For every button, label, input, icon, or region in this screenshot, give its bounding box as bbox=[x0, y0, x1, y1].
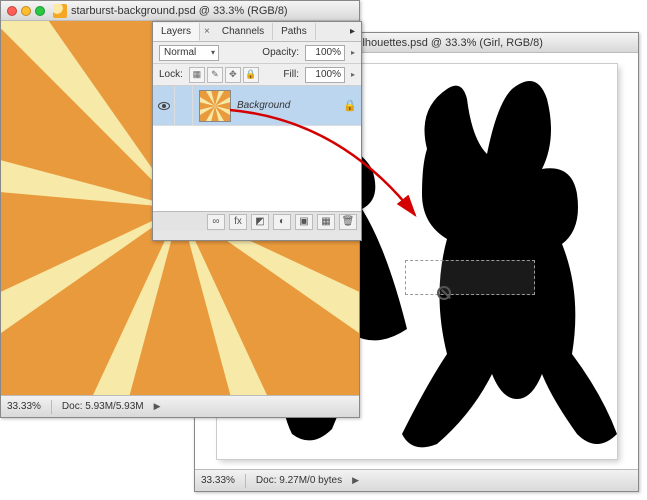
blend-row: Normal Opacity: 100% ▸ bbox=[153, 42, 361, 64]
status-bar: 33.33% Doc: 9.27M/0 bytes ▶ bbox=[195, 469, 638, 491]
lock-transparency-button[interactable]: ▦ bbox=[189, 67, 205, 83]
new-layer-button[interactable]: ▦ bbox=[317, 214, 335, 230]
tab-layers[interactable]: Layers bbox=[153, 23, 200, 41]
minimize-button[interactable] bbox=[21, 6, 31, 16]
link-column[interactable] bbox=[175, 86, 193, 125]
document-title: starburst-background.psd @ 33.3% (RGB/8) bbox=[71, 5, 353, 17]
layer-group-button[interactable]: ▣ bbox=[295, 214, 313, 230]
lock-pixels-button[interactable]: ✎ bbox=[207, 67, 223, 83]
opacity-slider-icon[interactable]: ▸ bbox=[351, 48, 355, 57]
layers-panel[interactable]: Layers × Channels Paths ▸ Normal Opacity… bbox=[152, 21, 362, 241]
panel-footer: ∞ fx ◩ ◐ ▣ ▦ 🗑 bbox=[153, 211, 361, 231]
document-title: ilhouettes.psd @ 33.3% (Girl, RGB/8) bbox=[360, 37, 632, 49]
tab-close-icon[interactable]: × bbox=[200, 26, 214, 37]
lock-all-button[interactable]: 🔒 bbox=[243, 67, 259, 83]
blend-mode-select[interactable]: Normal bbox=[159, 45, 219, 61]
layer-thumbnail[interactable] bbox=[199, 90, 231, 122]
lock-buttons: ▦ ✎ ✥ 🔒 bbox=[189, 67, 259, 83]
layer-row-background[interactable]: Background 🔒 bbox=[153, 86, 361, 126]
fill-input[interactable]: 100% bbox=[305, 67, 345, 83]
opacity-label: Opacity: bbox=[262, 47, 299, 58]
visibility-toggle[interactable] bbox=[153, 86, 175, 125]
doc-info: Doc: 9.27M/0 bytes bbox=[256, 475, 342, 486]
window-controls bbox=[7, 6, 45, 16]
panel-menu-icon[interactable]: ▸ bbox=[344, 26, 361, 37]
adjustment-layer-button[interactable]: ◐ bbox=[273, 214, 291, 230]
status-menu-icon[interactable]: ▶ bbox=[154, 401, 161, 412]
close-button[interactable] bbox=[7, 6, 17, 16]
layer-lock-icon: 🔒 bbox=[339, 99, 361, 112]
delete-layer-button[interactable]: 🗑 bbox=[339, 214, 357, 230]
status-bar: 33.33% Doc: 5.93M/5.93M ▶ bbox=[1, 395, 359, 417]
lock-position-button[interactable]: ✥ bbox=[225, 67, 241, 83]
link-layers-button[interactable]: ∞ bbox=[207, 214, 225, 230]
lock-label: Lock: bbox=[159, 69, 183, 80]
zoom-level[interactable]: 33.33% bbox=[7, 401, 41, 412]
fill-slider-icon[interactable]: ▸ bbox=[351, 70, 355, 79]
fill-label: Fill: bbox=[283, 69, 299, 80]
lock-row: Lock: ▦ ✎ ✥ 🔒 Fill: 100% ▸ bbox=[153, 64, 361, 86]
zoom-level[interactable]: 33.33% bbox=[201, 475, 235, 486]
opacity-input[interactable]: 100% bbox=[305, 45, 345, 61]
layers-list[interactable]: Background 🔒 bbox=[153, 86, 361, 211]
layer-mask-button[interactable]: ◩ bbox=[251, 214, 269, 230]
document-icon bbox=[53, 4, 67, 18]
drag-ghost-outline bbox=[405, 260, 535, 295]
tab-channels[interactable]: Channels bbox=[214, 23, 273, 40]
panel-tabs: Layers × Channels Paths ▸ bbox=[153, 22, 361, 42]
status-menu-icon[interactable]: ▶ bbox=[352, 475, 359, 486]
titlebar[interactable]: starburst-background.psd @ 33.3% (RGB/8) bbox=[1, 1, 359, 21]
eye-icon bbox=[158, 102, 170, 110]
doc-info: Doc: 5.93M/5.93M bbox=[62, 401, 144, 412]
no-drop-cursor-icon bbox=[437, 286, 451, 300]
zoom-button[interactable] bbox=[35, 6, 45, 16]
layer-name[interactable]: Background bbox=[237, 100, 339, 111]
tab-paths[interactable]: Paths bbox=[273, 23, 316, 40]
layer-effects-button[interactable]: fx bbox=[229, 214, 247, 230]
